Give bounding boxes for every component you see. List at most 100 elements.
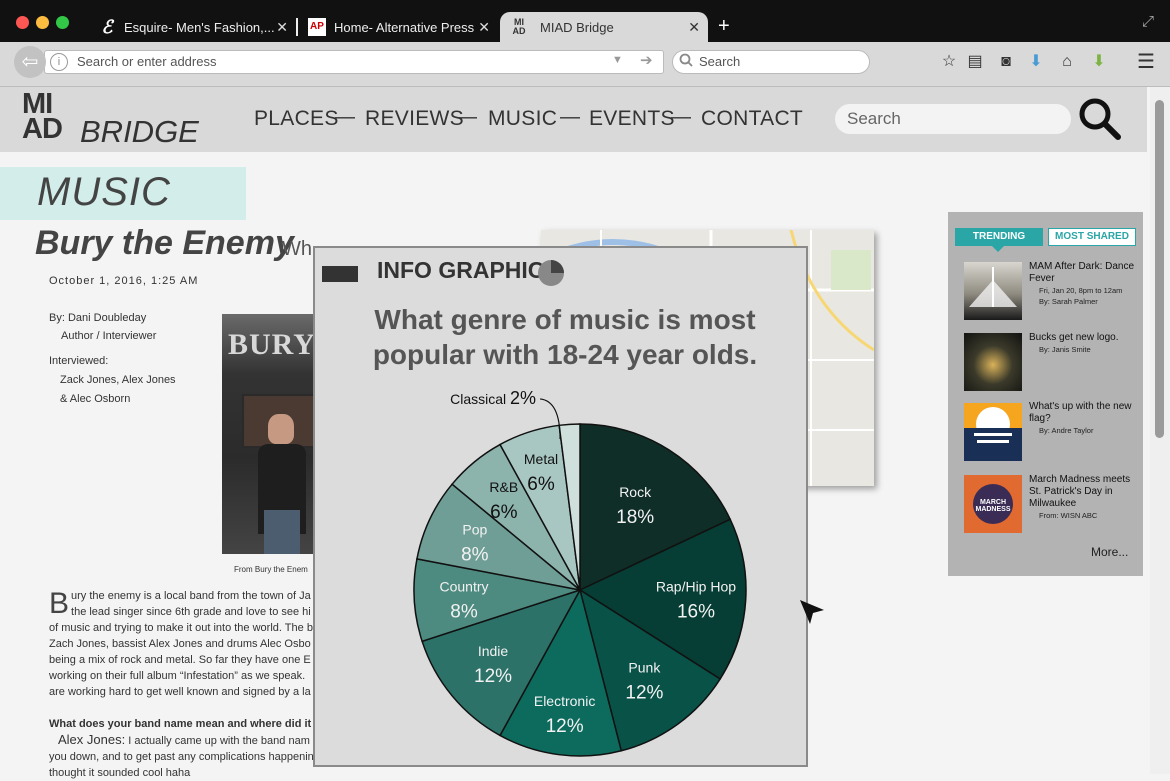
photo-person-head	[268, 414, 294, 444]
trending-item[interactable]: March Madness meets St. Patrick's Day in…	[1029, 474, 1137, 521]
tab-pointer-icon	[992, 246, 1004, 252]
nav-places[interactable]: PLACES	[254, 107, 339, 131]
logo-ad: AD	[22, 113, 63, 145]
pie-value: 6%	[527, 474, 555, 495]
pie-value: 6%	[490, 502, 518, 523]
close-tab-icon[interactable]: ✕	[478, 19, 490, 36]
go-arrow-icon[interactable]: ➔	[640, 51, 653, 69]
pie-value: 12%	[474, 666, 512, 687]
article-body: B ury the enemy is a local band from the…	[49, 587, 343, 781]
section-title: MUSIC	[37, 170, 171, 214]
back-button[interactable]: ⇦	[14, 46, 46, 78]
pie-label: Rock	[619, 484, 652, 500]
close-tab-icon[interactable]: ✕	[276, 19, 288, 36]
new-tab-button[interactable]: +	[718, 15, 730, 38]
tab-most-shared[interactable]: MOST SHARED	[1048, 228, 1136, 246]
answer-speaker: Alex Jones:	[58, 732, 126, 747]
body-line: Zach Jones, bassist Alex Jones and drums…	[49, 638, 311, 650]
site-search-input[interactable]: Search	[835, 104, 1071, 134]
site-logo[interactable]: MI AD	[22, 90, 63, 145]
interviewed-label: Interviewed:	[49, 355, 109, 367]
pie-value: 8%	[450, 601, 478, 622]
body-line: being a mix of rock and metal. So far th…	[49, 654, 311, 666]
body-line: of music and trying to make it out into …	[49, 622, 326, 634]
tab-miad-bridge[interactable]: MI AD MIAD Bridge ✕	[500, 12, 708, 42]
body-line: are working hard to get well known and s…	[49, 686, 311, 698]
thumb-text: MARCH MADNESS	[975, 499, 1011, 513]
photo-caption: From Bury the Enem	[234, 565, 308, 574]
trending-thumb[interactable]	[964, 333, 1022, 391]
more-link[interactable]: More...	[1091, 545, 1128, 559]
trending-title: What's up with the new flag?	[1029, 401, 1132, 424]
trending-detail: Fri, Jan 20, 8pm to 12am	[1039, 286, 1123, 295]
ap-icon: AP	[308, 18, 326, 36]
trending-title: Bucks get new logo.	[1029, 332, 1119, 343]
nav-separator: —	[457, 106, 477, 128]
pie-chart: Rock 18% Rap/Hip Hop 16% Punk 12% Electronic 12…	[413, 388, 747, 757]
pie-value: 8%	[461, 545, 489, 566]
body-line: working on their full album “Infestation…	[49, 670, 306, 682]
article-title: Bury the Enemy	[35, 224, 294, 262]
maximize-window-button[interactable]	[56, 16, 69, 29]
dropdown-icon[interactable]: ▼	[612, 54, 623, 66]
body-line: you down, and to get past any complicati…	[49, 751, 314, 763]
fullscreen-icon[interactable]: ⤢	[1142, 13, 1154, 30]
drop-cap: B	[49, 587, 70, 620]
nav-reviews[interactable]: REVIEWS	[365, 107, 464, 131]
author-role: Author / Interviewer	[61, 330, 157, 342]
pie-label: Metal	[524, 451, 558, 467]
downloads-icon[interactable]: ⬇	[1026, 52, 1046, 72]
info-icon[interactable]: i	[50, 53, 68, 71]
close-window-button[interactable]	[16, 16, 29, 29]
pie-value: 12%	[546, 716, 584, 737]
interview-question: What does your band name mean and where …	[49, 718, 343, 730]
pie-label-classical: Classical 2%	[450, 388, 536, 408]
trending-title: March Madness meets St. Patrick's Day in…	[1029, 474, 1131, 509]
photo-person-legs	[264, 510, 300, 554]
download-helper-icon[interactable]: ⬇	[1089, 52, 1109, 72]
esquire-icon: ℰ	[101, 17, 113, 37]
close-tab-icon[interactable]: ✕	[688, 19, 700, 36]
page-scrollbar-thumb[interactable]	[1155, 100, 1164, 438]
trending-thumb[interactable]	[964, 262, 1022, 320]
nav-contact[interactable]: CONTACT	[701, 107, 803, 131]
pie-label: Country	[440, 578, 489, 594]
pie-value: 18%	[616, 507, 654, 528]
pie-label: Indie	[478, 643, 509, 659]
home-icon[interactable]: ⌂	[1057, 52, 1077, 72]
body-line: thought it sounded cool haha	[49, 767, 191, 779]
tab-title: Esquire- Men's Fashion,...	[124, 19, 275, 35]
search-icon[interactable]	[1078, 97, 1122, 146]
tab-title: MIAD Bridge	[540, 19, 614, 35]
search-icon	[679, 53, 693, 72]
interview-answer-line: Alex Jones: I actually came up with the …	[49, 732, 339, 749]
mouse-cursor-icon	[798, 598, 826, 631]
reading-list-icon[interactable]: ▤	[965, 52, 985, 72]
menu-icon[interactable]: ☰	[1136, 52, 1156, 72]
bookmark-star-icon[interactable]: ☆	[939, 52, 959, 72]
trending-item[interactable]: What's up with the new flag? By: Andre T…	[1029, 401, 1137, 436]
pocket-icon[interactable]: ◙	[996, 52, 1016, 72]
nav-separator: —	[671, 106, 691, 128]
body-line: the lead singer since 6th grade and love…	[71, 606, 311, 618]
trending-thumb[interactable]	[964, 403, 1022, 461]
pie-label: Electronic	[534, 693, 595, 709]
trending-item[interactable]: Bucks get new logo. By: Janis Smite	[1029, 332, 1137, 355]
tab-trending[interactable]: TRENDING	[955, 228, 1043, 246]
trending-author: From: WISN ABC	[1039, 511, 1098, 520]
browser-search-input[interactable]: Search	[672, 50, 870, 74]
tab-alternative-press[interactable]: AP Home- Alternative Press ✕	[298, 12, 498, 42]
interviewed-names: Zack Jones, Alex Jones	[60, 374, 176, 386]
minimize-window-button[interactable]	[36, 16, 49, 29]
address-bar[interactable]: Search or enter address	[44, 50, 664, 74]
nav-music[interactable]: MUSIC	[488, 107, 557, 131]
trending-title: MAM After Dark: Dance Fever	[1029, 261, 1135, 284]
trending-author: By: Sarah Palmer	[1039, 297, 1098, 306]
nav-events[interactable]: EVENTS	[589, 107, 675, 131]
trending-item[interactable]: MAM After Dark: Dance Fever Fri, Jan 20,…	[1029, 261, 1137, 307]
interviewed-names: & Alec Osborn	[60, 393, 131, 405]
pie-label: Punk	[628, 660, 661, 676]
trending-thumb[interactable]: MARCH MADNESS	[964, 475, 1022, 533]
pie-value: 16%	[677, 601, 715, 622]
tab-esquire[interactable]: ℰ Esquire- Men's Fashion,... ✕	[88, 12, 296, 42]
